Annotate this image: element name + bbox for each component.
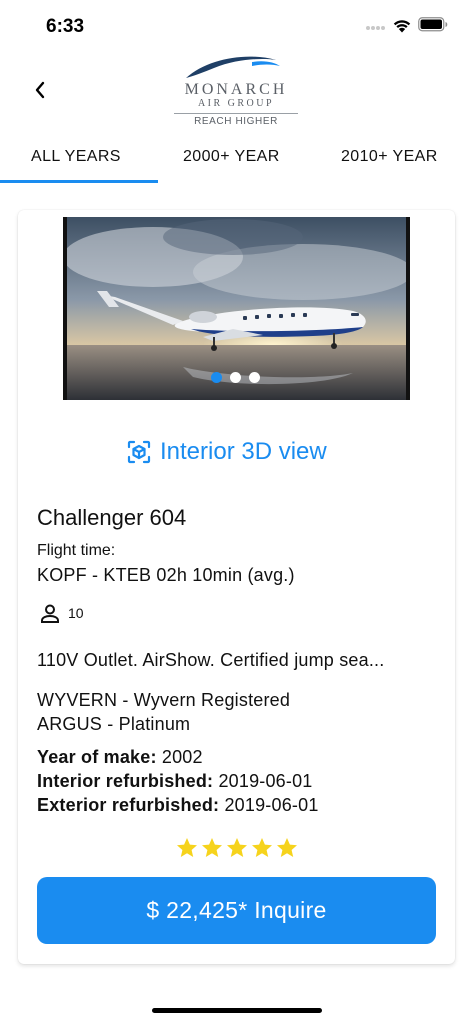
certification-wyvern: WYVERN - Wyvern Registered xyxy=(37,690,291,710)
spec-exterior-label: Exterior refurbished: xyxy=(37,795,220,815)
tab-indicator xyxy=(0,180,158,183)
spec-year-value: 2002 xyxy=(161,747,203,767)
flight-route: KOPF - KTEB 02h 10min (avg.) xyxy=(37,565,295,585)
interior-3d-link[interactable]: Interior 3D view xyxy=(127,438,327,466)
star-icon xyxy=(202,838,222,857)
chevron-left-icon xyxy=(35,81,45,99)
spec-year-of-make: Year of make: 2002 xyxy=(37,747,203,768)
logo-sub: AIR GROUP xyxy=(197,98,275,109)
flight-time-label: Flight time: xyxy=(37,542,116,559)
carousel-dot-2[interactable] xyxy=(230,372,241,383)
3d-cube-icon xyxy=(127,440,151,464)
monarch-logo: MONARCH AIR GROUP REACH HIGHER xyxy=(168,54,304,130)
aircraft-card[interactable]: Interior 3D view Challenger 604 Flight t… xyxy=(18,210,455,964)
amenities: 110V Outlet. AirShow. Certified jump sea… xyxy=(37,650,385,670)
tab-2010-plus[interactable]: 2010+ YEAR xyxy=(341,148,438,166)
tab-2000-plus[interactable]: 2000+ YEAR xyxy=(183,148,280,166)
status-bar: 6:33 xyxy=(0,0,473,50)
logo-swoosh-icon xyxy=(186,56,280,78)
carousel-dots xyxy=(211,372,260,384)
home-indicator xyxy=(152,1008,322,1013)
logo-name: MONARCH xyxy=(184,81,288,98)
spec-exterior-refurbished: Exterior refurbished: 2019-06-01 xyxy=(37,795,319,816)
status-time: 6:33 xyxy=(46,16,85,37)
wifi-icon xyxy=(393,20,411,33)
person-icon xyxy=(41,604,59,623)
star-icon xyxy=(177,838,197,857)
tab-all-years[interactable]: ALL YEARS xyxy=(31,148,121,166)
interior-3d-label: Interior 3D view xyxy=(160,438,327,465)
logo-divider xyxy=(174,113,298,114)
star-icon xyxy=(227,838,247,857)
battery-icon xyxy=(418,17,448,32)
carousel-dot-1[interactable] xyxy=(211,372,222,383)
spec-interior-refurbished: Interior refurbished: 2019-06-01 xyxy=(37,771,313,792)
signal-icon xyxy=(366,26,386,32)
logo-tagline: REACH HIGHER xyxy=(194,116,278,127)
back-button[interactable] xyxy=(28,78,52,102)
star-icon xyxy=(252,838,272,857)
carousel-dot-3[interactable] xyxy=(249,372,260,383)
year-tabs: ALL YEARS 2000+ YEAR 2010+ YEAR xyxy=(0,140,473,184)
certification-argus: ARGUS - Platinum xyxy=(37,714,191,734)
star-icon xyxy=(277,838,297,857)
spec-interior-label: Interior refurbished: xyxy=(37,771,214,791)
spec-interior-value: 2019-06-01 xyxy=(218,771,313,791)
spec-exterior-value: 2019-06-01 xyxy=(224,795,319,815)
passenger-count: 10 xyxy=(68,605,84,621)
spec-year-label: Year of make: xyxy=(37,747,157,767)
rating-stars xyxy=(175,836,299,860)
aircraft-name: Challenger 604 xyxy=(37,505,187,530)
inquire-button[interactable]: $ 22,425* Inquire xyxy=(37,877,436,944)
